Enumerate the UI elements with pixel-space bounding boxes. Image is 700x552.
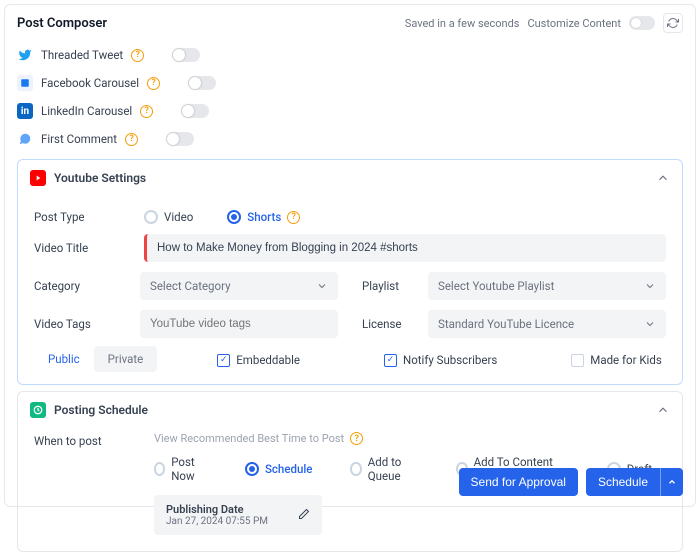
help-icon: ? xyxy=(350,432,363,445)
linkedin-icon: in xyxy=(17,103,33,119)
postnow-radio[interactable]: Post Now xyxy=(154,455,207,483)
fc-label: First Comment xyxy=(41,132,117,146)
license-select[interactable]: Standard YouTube Licence xyxy=(428,310,666,338)
post-composer: Post Composer Saved in a few seconds Cus… xyxy=(4,4,696,507)
refresh-button[interactable] xyxy=(663,13,683,33)
refresh-icon xyxy=(667,17,679,29)
post-type-label: Post Type xyxy=(34,210,124,224)
li-carousel-row: in LinkedIn Carousel ? xyxy=(17,97,683,125)
footer: Send for Approval Schedule xyxy=(459,468,683,496)
notify-check[interactable]: ✓Notify Subscribers xyxy=(384,353,497,367)
kids-check[interactable]: Made for Kids xyxy=(571,353,661,367)
fc-toggle[interactable] xyxy=(166,132,194,146)
chevron-down-icon xyxy=(316,280,328,292)
embeddable-check[interactable]: ✓Embeddable xyxy=(217,353,300,367)
visibility-row: Public Private ✓Embeddable ✓Notify Subsc… xyxy=(34,346,666,372)
page-title: Post Composer xyxy=(17,16,107,31)
reco-link[interactable]: View Recommended Best Time to Post ? xyxy=(154,432,666,445)
schedule-button[interactable]: Schedule xyxy=(586,468,660,496)
publishing-date: Jan 27, 2024 07:55 PM xyxy=(166,516,268,527)
shorts-radio[interactable]: Shorts ? xyxy=(227,210,300,224)
threaded-toggle[interactable] xyxy=(172,48,200,62)
playlist-select[interactable]: Select Youtube Playlist xyxy=(428,272,666,300)
tags-license-row: Video Tags License Standard YouTube Lice… xyxy=(34,310,666,338)
pencil-icon xyxy=(298,508,310,523)
checks-row: ✓Embeddable ✓Notify Subscribers Made for… xyxy=(217,353,666,367)
chevron-down-icon xyxy=(644,318,656,330)
header-right: Saved in a few seconds Customize Content xyxy=(405,13,683,33)
schedule-split-button: Schedule xyxy=(586,468,683,496)
category-label: Category xyxy=(34,279,124,293)
public-tab[interactable]: Public xyxy=(34,346,94,372)
tags-input[interactable] xyxy=(140,310,338,338)
schedule-panel-header[interactable]: Posting Schedule xyxy=(18,392,682,428)
youtube-panel-header[interactable]: Youtube Settings xyxy=(18,160,682,196)
youtube-body: Post Type Video Shorts ? Video Title Cat… xyxy=(18,196,682,384)
chevron-up-icon xyxy=(656,171,670,185)
threaded-tweet-row: Threaded Tweet ? xyxy=(17,41,683,69)
help-icon[interactable]: ? xyxy=(131,49,144,62)
youtube-title: Youtube Settings xyxy=(54,171,146,185)
publishing-label: Publishing Date xyxy=(166,503,268,516)
help-icon[interactable]: ? xyxy=(287,211,300,224)
customize-label: Customize Content xyxy=(527,17,621,30)
chevron-up-icon xyxy=(667,477,677,487)
facebook-icon xyxy=(17,75,33,91)
schedule-title: Posting Schedule xyxy=(54,403,148,417)
schedule-dropdown-arrow[interactable] xyxy=(660,468,683,496)
playlist-label: Playlist xyxy=(362,279,412,293)
twitter-icon xyxy=(17,47,33,63)
post-type-row: Post Type Video Shorts ? xyxy=(34,210,666,224)
header: Post Composer Saved in a few seconds Cus… xyxy=(17,13,683,33)
threaded-label: Threaded Tweet xyxy=(41,48,123,62)
youtube-settings-panel: Youtube Settings Post Type Video Shorts … xyxy=(17,159,683,385)
send-approval-button[interactable]: Send for Approval xyxy=(459,468,578,496)
comment-icon xyxy=(17,131,33,147)
fb-label: Facebook Carousel xyxy=(41,76,139,90)
video-title-input[interactable] xyxy=(144,234,666,262)
when-label: When to post xyxy=(34,432,134,448)
fb-carousel-row: Facebook Carousel ? xyxy=(17,69,683,97)
video-title-label: Video Title xyxy=(34,241,124,255)
license-label: License xyxy=(362,317,412,331)
li-label: LinkedIn Carousel xyxy=(41,104,132,118)
private-tab[interactable]: Private xyxy=(94,346,158,372)
li-toggle[interactable] xyxy=(181,104,209,118)
schedule-radio[interactable]: Schedule xyxy=(245,455,312,483)
help-icon[interactable]: ? xyxy=(125,133,138,146)
cat-playlist-row: Category Select Category Playlist Select… xyxy=(34,272,666,300)
first-comment-row: First Comment ? xyxy=(17,125,683,153)
chevron-up-icon xyxy=(656,403,670,417)
help-icon[interactable]: ? xyxy=(147,77,160,90)
queue-radio[interactable]: Add to Queue xyxy=(350,455,418,483)
help-icon[interactable]: ? xyxy=(140,105,153,118)
category-select[interactable]: Select Category xyxy=(140,272,338,300)
schedule-icon xyxy=(30,402,46,418)
video-radio[interactable]: Video xyxy=(144,210,193,224)
fb-toggle[interactable] xyxy=(188,76,216,90)
saved-status: Saved in a few seconds xyxy=(405,17,520,30)
youtube-icon xyxy=(30,170,46,186)
chevron-down-icon xyxy=(644,280,656,292)
customize-toggle[interactable] xyxy=(629,16,655,30)
tags-label: Video Tags xyxy=(34,317,124,331)
publishing-date-box[interactable]: Publishing Date Jan 27, 2024 07:55 PM xyxy=(154,495,322,535)
video-title-row: Video Title xyxy=(34,234,666,262)
